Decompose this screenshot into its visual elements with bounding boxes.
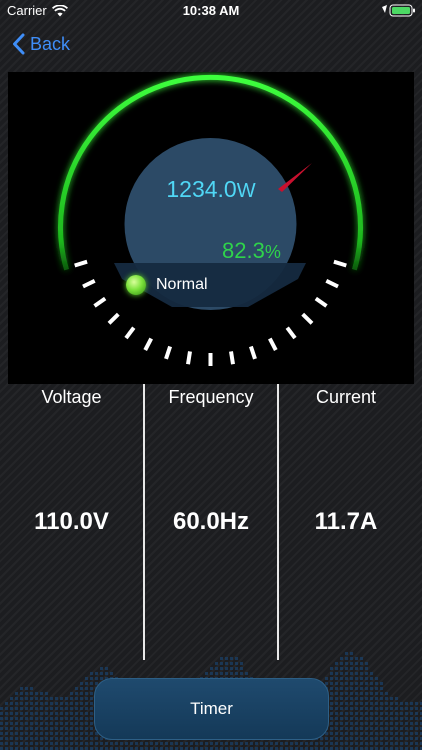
status-time: 10:38 AM xyxy=(182,3,240,18)
status-bar: Carrier 10:38 AM xyxy=(0,0,422,22)
gauge-tick xyxy=(249,345,257,360)
gauge-tick xyxy=(124,326,136,340)
divider-right xyxy=(277,384,279,660)
divider-left xyxy=(143,384,145,660)
efficiency-reading: 82.3% xyxy=(222,238,281,264)
voltage-label: Voltage xyxy=(41,387,102,407)
gauge-tick xyxy=(333,259,347,268)
gauge-tick xyxy=(301,312,314,325)
power-gauge: 1234.0W 82.3% Normal xyxy=(8,72,414,384)
back-label: Back xyxy=(30,33,71,54)
current-value: 11.7A xyxy=(314,508,378,535)
back-button[interactable]: Back xyxy=(12,32,70,56)
gauge-tick xyxy=(143,337,153,352)
metric-frequency: Frequency 60.0Hz xyxy=(145,384,277,660)
voltage-value: 110.0V xyxy=(34,508,109,535)
gauge-tick xyxy=(229,351,235,365)
gauge-tick xyxy=(314,296,328,308)
current-label: Current xyxy=(315,387,377,407)
gauge-tick xyxy=(285,326,297,340)
gauge-tick xyxy=(82,279,96,289)
metric-voltage: Voltage 110.0V xyxy=(0,384,143,660)
status-label: Normal xyxy=(156,276,208,293)
metric-current: Current 11.7A xyxy=(279,384,413,660)
gauge-tick xyxy=(74,259,88,268)
battery-icon xyxy=(381,4,417,22)
chevron-left-icon xyxy=(13,33,25,55)
gauge-tick xyxy=(268,337,278,352)
efficiency-unit: % xyxy=(264,242,281,262)
metrics-panel: Voltage 110.0V Frequency 60.0Hz Current … xyxy=(0,384,422,660)
power-unit: W xyxy=(236,180,256,202)
power-reading: 1234.0W xyxy=(8,176,414,203)
frequency-value: 60.0Hz xyxy=(172,508,250,535)
power-value: 1234.0 xyxy=(166,176,237,202)
efficiency-value: 82.3 xyxy=(222,238,265,263)
gauge-tick xyxy=(164,345,172,360)
frequency-label: Frequency xyxy=(168,387,254,407)
gauge-tick xyxy=(107,312,120,325)
gauge-tick xyxy=(186,351,192,365)
status-indicator-icon xyxy=(126,275,146,295)
location-icon xyxy=(382,5,387,13)
gauge-tick xyxy=(325,279,339,289)
timer-button[interactable]: Timer xyxy=(94,678,329,740)
gauge-tick xyxy=(93,296,107,308)
